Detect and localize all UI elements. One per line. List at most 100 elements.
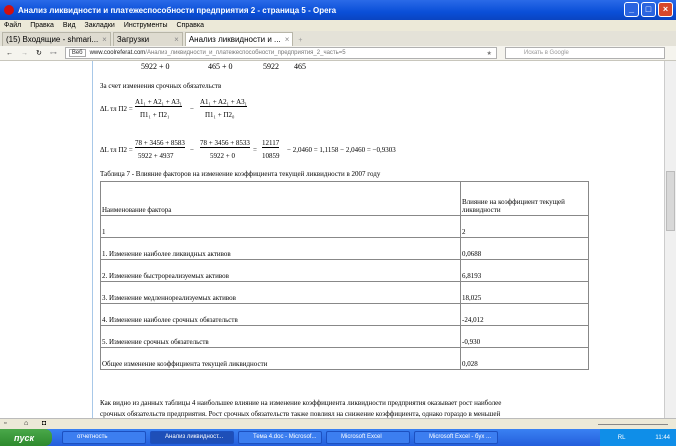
formula-den: 10859 <box>262 152 280 160</box>
web-badge: Веб <box>68 49 86 57</box>
reload-icon[interactable]: ↻ <box>36 49 42 57</box>
cell: Общее изменение коэффициента текущей лик… <box>100 347 461 370</box>
title-bar: Анализ ликвидности и платежеспособности … <box>0 0 676 20</box>
tab-downloads[interactable]: Загрузки × <box>112 32 183 46</box>
formula-tail: − 2,0460 = 1,1158 − 2,0460 = −0,9303 <box>287 146 396 154</box>
status-bar: ▫ ⌂ ◘ <box>0 418 676 429</box>
cell: -24,012 <box>460 303 589 326</box>
formula-num: 12117 <box>262 139 280 148</box>
task-button[interactable]: Microsoft Excel - бух ... <box>414 431 498 444</box>
table-row: 4. Изменение наиболее срочных обязательс… <box>100 303 589 326</box>
factors-table: Наименование фактора Влияние на коэффицие… <box>100 181 589 370</box>
close-button[interactable]: × <box>658 2 673 17</box>
prev-text: 5922 + 0 <box>141 62 170 71</box>
table-header-row: Наименование фактора Влияние на коэффицие… <box>100 181 589 216</box>
menu-file[interactable]: Файл <box>4 22 21 29</box>
menu-bookmarks[interactable]: Закладки <box>85 22 115 29</box>
formula-den: 5922 + 0 <box>210 152 235 160</box>
menu-view[interactable]: Вид <box>63 22 76 29</box>
table-caption: Таблица 7 - Влияние факторов на изменени… <box>100 170 381 178</box>
equals-sign: = <box>253 146 257 154</box>
forward-icon[interactable]: → <box>21 50 28 57</box>
table-row: Общее изменение коэффициента текущей лик… <box>100 347 589 370</box>
header-cell: Влияние на коэффициент текущей ликвиднос… <box>460 181 589 216</box>
tab-current[interactable]: Анализ ликвидности и ... × <box>184 32 294 46</box>
formula-num: A1₁ + A2₁ + A3₁ <box>135 98 183 107</box>
menu-tools[interactable]: Инструменты <box>124 22 168 29</box>
cell: 5. Изменение срочных обязательств <box>100 325 461 348</box>
minus-sign: − <box>190 146 194 154</box>
cell: 18,025 <box>460 281 589 304</box>
url-domain: www.coolreferat.com <box>89 50 146 56</box>
formula-num: 78 + 3456 + 8533 <box>200 139 250 148</box>
cell: 1 <box>100 215 461 238</box>
language-indicator[interactable]: RL <box>618 435 626 441</box>
navigation-bar: ← → ↻ ⊶ Веб www.coolreferat.com/Анализ_л… <box>0 46 676 61</box>
cell: 1. Изменение наиболее ликвидных активов <box>100 237 461 260</box>
cell: 0,0688 <box>460 237 589 260</box>
home-icon[interactable]: ⌂ <box>24 420 28 427</box>
camera-icon[interactable]: ◘ <box>42 420 46 427</box>
table-row: 3. Изменение медленнореализуемых активов… <box>100 281 589 304</box>
paragraph-line: Как видно из данных таблицы 4 наибольшее… <box>100 399 502 407</box>
menu-bar: Файл Правка Вид Закладки Инструменты Спр… <box>0 20 676 31</box>
tab-label: Анализ ликвидности и ... <box>188 35 281 44</box>
opera-logo-icon <box>4 5 14 15</box>
back-icon[interactable]: ← <box>6 50 13 57</box>
maximize-button[interactable]: □ <box>641 2 656 17</box>
prev-text: 5922 <box>263 62 279 71</box>
table-row: 12 <box>100 215 589 238</box>
scrollbar-thumb[interactable] <box>666 171 675 231</box>
minimize-button[interactable]: _ <box>624 2 639 17</box>
tab-bar: (15) Входящие - shmari... × Загрузки × Ана… <box>0 31 676 46</box>
start-button[interactable]: пуск <box>0 429 52 446</box>
taskbar: пуск отчетность Анализ ликвидност... Тем… <box>0 429 676 446</box>
task-button[interactable]: Microsoft Excel <box>326 431 410 444</box>
header-cell: Наименование фактора <box>100 181 461 216</box>
address-input[interactable]: Веб www.coolreferat.com/Анализ_ликвиднос… <box>64 47 497 59</box>
url-path: /Анализ_ликвидности_и_платежеспособности… <box>145 50 346 56</box>
menu-help[interactable]: Справка <box>177 22 204 29</box>
tab-label: (15) Входящие - shmari... <box>6 35 99 44</box>
new-tab-icon[interactable]: + <box>298 37 302 44</box>
close-tab-icon[interactable]: × <box>174 35 179 44</box>
page-content: 5922 + 0 465 + 0 5922 465 За счет измене… <box>0 61 664 418</box>
formula-lhs: ΔL тл П2 = <box>100 105 133 113</box>
cell: 2. Изменение быстрореализуемых активов <box>100 259 461 282</box>
task-button[interactable]: отчетность <box>62 431 146 444</box>
cell: -0,930 <box>460 325 589 348</box>
task-button[interactable]: Тема 4.doc - Microsof... <box>238 431 322 444</box>
prev-text: 465 <box>294 62 306 71</box>
vertical-scrollbar[interactable] <box>664 61 676 418</box>
panel-toggle-icon[interactable]: ▫ <box>4 420 6 427</box>
formula-lhs: ΔL тл П2 = <box>100 146 133 154</box>
paragraph-line: срочных обязательств предприятия. Рост с… <box>100 410 501 418</box>
clock: 11:44 <box>655 434 670 441</box>
system-tray: RL 11:44 <box>600 429 676 446</box>
close-tab-icon[interactable]: × <box>285 35 290 44</box>
close-tab-icon[interactable]: × <box>102 35 107 44</box>
table-row: 1. Изменение наиболее ликвидных активов 0… <box>100 237 589 260</box>
table-row: 5. Изменение срочных обязательств -0,930 <box>100 325 589 348</box>
section-heading: За счет изменения срочных обязательств <box>100 82 222 90</box>
zoom-slider[interactable] <box>598 424 668 425</box>
cell: 2 <box>460 215 589 238</box>
prev-text: 465 + 0 <box>208 62 233 71</box>
tab-label: Загрузки <box>116 35 150 44</box>
formula-num: 78 + 3456 + 8583 <box>135 139 185 148</box>
tab-inbox[interactable]: (15) Входящие - shmari... × <box>2 32 111 46</box>
key-icon[interactable]: ⊶ <box>50 49 57 57</box>
formula-num: A1₁ + A2₁ + A3₁ <box>200 98 248 107</box>
window-title: Анализ ликвидности и платежеспособности … <box>18 5 337 15</box>
formula-den: 5922 + 4937 <box>138 152 174 160</box>
cell: 3. Изменение медленнореализуемых активов <box>100 281 461 304</box>
search-input[interactable]: Искать в Google <box>504 47 665 59</box>
minus-sign: − <box>190 105 194 113</box>
task-button[interactable]: Анализ ликвидност... <box>150 431 234 444</box>
bookmark-star-icon[interactable]: ★ <box>486 50 491 57</box>
menu-edit[interactable]: Правка <box>30 22 54 29</box>
cell: 4. Изменение наиболее срочных обязательс… <box>100 303 461 326</box>
formula-den: П1₁ + П2₁ <box>140 111 170 119</box>
cell: 0,028 <box>460 347 589 370</box>
formula-den: П1₁ + П2₀ <box>205 111 235 119</box>
